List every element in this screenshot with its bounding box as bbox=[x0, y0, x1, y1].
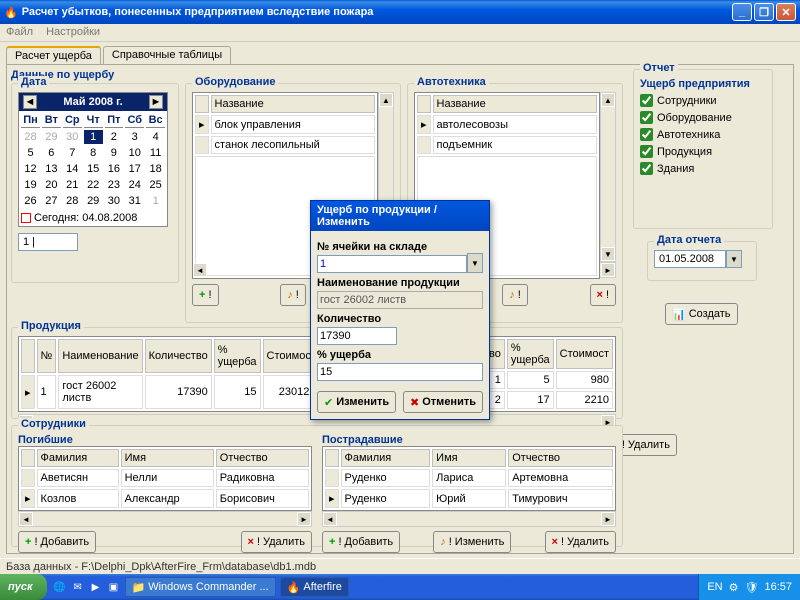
report-title: Ущерб предприятия bbox=[640, 78, 766, 90]
quick-launch[interactable]: 🌐✉▶▣ bbox=[53, 580, 121, 594]
dialog-save-button[interactable]: ✔Изменить bbox=[317, 391, 396, 413]
tab-ref[interactable]: Справочные таблицы bbox=[103, 46, 231, 64]
inj-edit-button[interactable]: ♪! Изменить bbox=[433, 531, 511, 553]
chk-vehicles[interactable]: Автотехника bbox=[640, 128, 766, 141]
calendar[interactable]: ◄ Май 2008 г. ► ПнВтСрЧтПтСбВс 282930123… bbox=[18, 92, 168, 227]
taskbar: пуск 🌐✉▶▣ 📁Windows Commander ... 🔥Afterf… bbox=[0, 574, 800, 600]
qty-field[interactable]: 17390 bbox=[317, 327, 397, 345]
vh-edit-button[interactable]: ♪! bbox=[502, 284, 528, 306]
tab-main[interactable]: Расчет ущерба bbox=[6, 46, 101, 64]
chk-products[interactable]: Продукция bbox=[640, 145, 766, 158]
dialog-cancel-button[interactable]: ✖Отменить bbox=[403, 391, 483, 413]
cal-next-button[interactable]: ► bbox=[149, 95, 163, 109]
cal-prev-button[interactable]: ◄ bbox=[23, 95, 37, 109]
eq-edit-button[interactable]: ♪! bbox=[280, 284, 306, 306]
tray-icon[interactable]: ⚙ bbox=[729, 581, 739, 594]
app-icon: 🔥 bbox=[4, 6, 18, 19]
create-report-button[interactable]: 📊Создать bbox=[665, 303, 738, 325]
injured-header: Пострадавшие bbox=[322, 434, 616, 446]
pct-field[interactable]: 15 bbox=[317, 363, 483, 381]
cell-combo[interactable]: 1▼ bbox=[317, 253, 483, 273]
group-report-date: Дата отчета 01.05.2008 ▼ bbox=[647, 241, 757, 281]
menu-file[interactable]: Файл bbox=[6, 26, 33, 38]
dead-header: Погибшие bbox=[18, 434, 312, 446]
start-button[interactable]: пуск bbox=[0, 574, 47, 600]
group-date: Дата ◄ Май 2008 г. ► ПнВтСрЧтПтСбВс 2829… bbox=[11, 83, 179, 283]
scrollbar-h[interactable]: ◄► bbox=[322, 511, 616, 527]
inj-add-button[interactable]: +! Добавить bbox=[322, 531, 400, 553]
task-afterfire[interactable]: 🔥Afterfire bbox=[280, 577, 349, 597]
inj-del-button[interactable]: ×! Удалить bbox=[545, 531, 617, 553]
chk-equipment[interactable]: Оборудование bbox=[640, 111, 766, 124]
menu-bar: Файл Настройки bbox=[0, 24, 800, 42]
chk-staff[interactable]: Сотрудники bbox=[640, 94, 766, 107]
clock: 16:57 bbox=[764, 581, 792, 593]
maximize-button[interactable]: ❐ bbox=[754, 3, 774, 21]
dead-add-button[interactable]: +! Добавить bbox=[18, 531, 96, 553]
products-grid2[interactable]: тво% ущербаСтоимост 15980 2172210 bbox=[477, 336, 616, 412]
products-grid[interactable]: №НаименованиеКоличество% ущербаСтоимость… bbox=[18, 336, 329, 412]
chk-buildings[interactable]: Здания bbox=[640, 162, 766, 175]
name-field: гост 26002 листв bbox=[317, 291, 483, 309]
tray-icon[interactable]: 🛡 bbox=[745, 581, 759, 594]
product-edit-dialog: Ущерб по продукции / Изменить № ячейки н… bbox=[310, 200, 490, 420]
task-wincmd[interactable]: 📁Windows Commander ... bbox=[125, 577, 276, 597]
eq-add-button[interactable]: +! bbox=[192, 284, 219, 306]
group-report: Отчет Ущерб предприятия Сотрудники Обору… bbox=[633, 69, 773, 229]
excel-icon: 📊 bbox=[672, 308, 686, 321]
group-staff: Сотрудники Погибшие ФамилияИмяОтчество А… bbox=[11, 425, 623, 547]
window-title: Расчет убытков, понесенных предприятием … bbox=[18, 6, 730, 18]
injured-grid[interactable]: ФамилияИмяОтчество РуденкоЛарисаАртемовн… bbox=[322, 446, 616, 511]
report-date-combo[interactable]: 01.05.2008 ▼ bbox=[654, 250, 750, 268]
window-titlebar: 🔥 Расчет убытков, понесенных предприятие… bbox=[0, 0, 800, 24]
scrollbar-h[interactable]: ◄► bbox=[18, 511, 312, 527]
lang-indicator[interactable]: EN bbox=[707, 581, 722, 593]
cal-today[interactable]: Сегодня: 04.08.2008 bbox=[19, 210, 167, 226]
cal-month: Май 2008 г. bbox=[63, 96, 122, 108]
dead-del-button[interactable]: ×! Удалить bbox=[241, 531, 313, 553]
close-button[interactable]: ✕ bbox=[776, 3, 796, 21]
dialog-title: Ущерб по продукции / Изменить bbox=[311, 201, 489, 231]
minimize-button[interactable]: _ bbox=[732, 3, 752, 21]
menu-settings[interactable]: Настройки bbox=[46, 26, 100, 38]
scrollbar-v[interactable]: ▲▼ bbox=[600, 92, 616, 262]
system-tray[interactable]: EN ⚙ 🛡 16:57 bbox=[698, 574, 800, 600]
dead-grid[interactable]: ФамилияИмяОтчество АветисянНеллиРадиковн… bbox=[18, 446, 312, 511]
date-input[interactable]: 1 | bbox=[18, 233, 78, 251]
vh-del-button[interactable]: ×! bbox=[590, 284, 617, 306]
